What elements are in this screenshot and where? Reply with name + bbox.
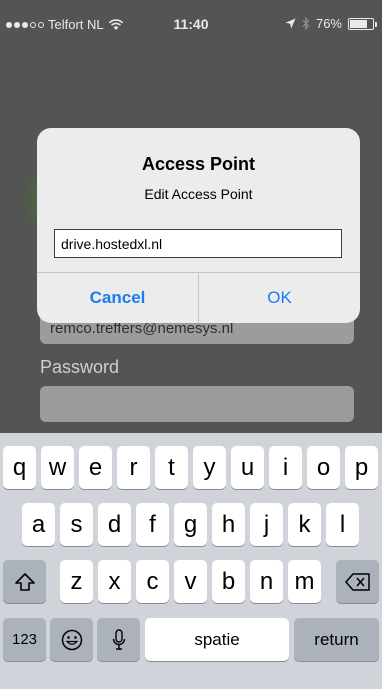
battery-percent: 76% — [315, 16, 342, 31]
shift-icon — [14, 572, 35, 591]
key-k[interactable]: k — [288, 503, 321, 546]
space-key[interactable]: spatie — [145, 618, 289, 661]
emoji-key[interactable] — [50, 618, 93, 661]
key-v[interactable]: v — [174, 560, 207, 603]
key-o[interactable]: o — [307, 446, 340, 489]
delete-icon — [344, 572, 370, 591]
key-i[interactable]: i — [269, 446, 302, 489]
return-key[interactable]: return — [294, 618, 379, 661]
password-label: Password — [40, 357, 120, 377]
key-r[interactable]: r — [117, 446, 150, 489]
key-m[interactable]: m — [288, 560, 321, 603]
access-point-alert: Access Point Edit Access Point Cancel OK — [37, 128, 360, 323]
delete-key[interactable] — [336, 560, 379, 603]
ok-button[interactable]: OK — [199, 273, 360, 323]
key-f[interactable]: f — [136, 503, 169, 546]
alert-message: Edit Access Point — [144, 186, 253, 202]
key-d[interactable]: d — [98, 503, 131, 546]
key-j[interactable]: j — [250, 503, 283, 546]
key-h[interactable]: h — [212, 503, 245, 546]
location-arrow-icon — [285, 18, 296, 29]
status-right: 76% — [285, 16, 377, 31]
cancel-button[interactable]: Cancel — [37, 273, 198, 323]
key-s[interactable]: s — [60, 503, 93, 546]
key-x[interactable]: x — [98, 560, 131, 603]
keyboard: q w e r t y u i o p a s d f g h j k l z … — [0, 433, 382, 689]
battery-icon — [348, 17, 377, 30]
key-y[interactable]: y — [193, 446, 226, 489]
access-point-input[interactable] — [54, 229, 342, 258]
key-q[interactable]: q — [3, 446, 36, 489]
key-p[interactable]: p — [345, 446, 378, 489]
key-n[interactable]: n — [250, 560, 283, 603]
alert-title: Access Point — [141, 154, 256, 174]
key-e[interactable]: e — [79, 446, 112, 489]
status-bar: Telfort NL 11:40 76% — [0, 0, 382, 40]
key-c[interactable]: c — [136, 560, 169, 603]
key-g[interactable]: g — [174, 503, 207, 546]
numbers-key[interactable]: 123 — [3, 618, 46, 661]
password-field[interactable] — [40, 386, 354, 422]
key-a[interactable]: a — [22, 503, 55, 546]
bluetooth-icon — [302, 17, 310, 30]
key-z[interactable]: z — [60, 560, 93, 603]
dictation-key[interactable] — [97, 618, 140, 661]
key-u[interactable]: u — [231, 446, 264, 489]
key-b[interactable]: b — [212, 560, 245, 603]
emoji-icon — [61, 629, 82, 650]
key-w[interactable]: w — [41, 446, 74, 489]
microphone-icon — [112, 628, 125, 650]
shift-key[interactable] — [3, 560, 46, 603]
key-l[interactable]: l — [326, 503, 359, 546]
key-t[interactable]: t — [155, 446, 188, 489]
